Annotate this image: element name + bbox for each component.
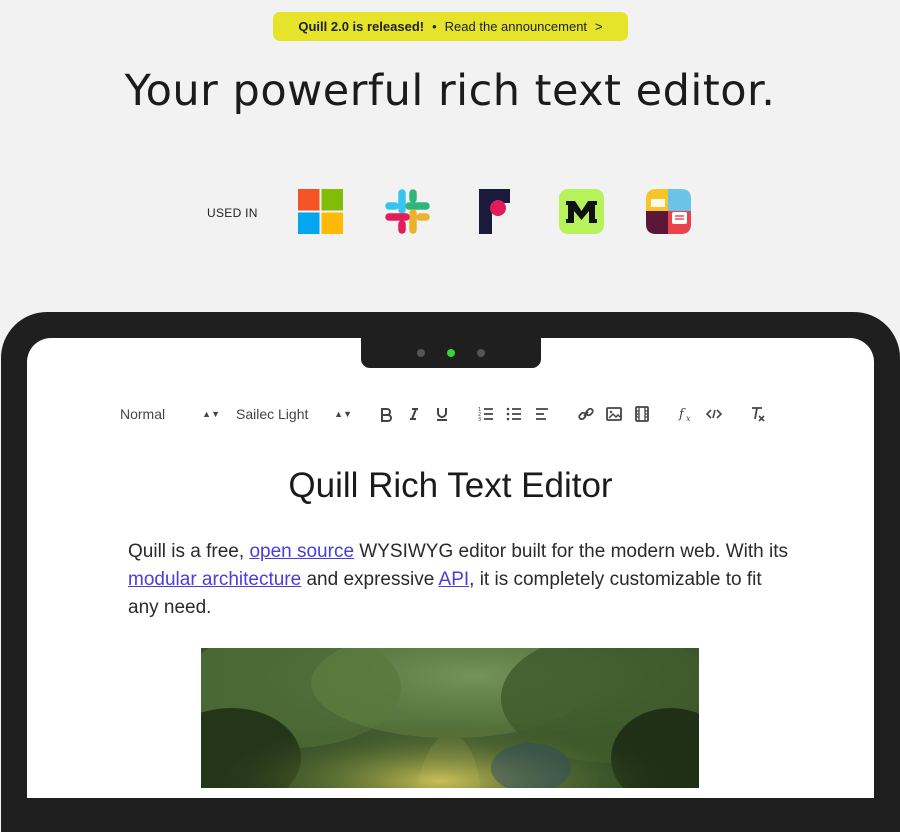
font-select[interactable]: Sailec Light ▲▼: [236, 406, 352, 422]
link-button[interactable]: [572, 402, 600, 426]
used-in-label: USED IN: [207, 206, 258, 220]
clean-button[interactable]: [744, 402, 772, 426]
miro-logo: [559, 189, 604, 234]
code-icon: [705, 409, 723, 419]
select-arrows-icon: ▲▼: [334, 408, 352, 419]
banner-bullet: •: [432, 19, 437, 34]
banner-link-text: Read the announcement: [444, 19, 588, 34]
carousel-indicator: [361, 338, 541, 368]
bold-icon: [381, 408, 392, 422]
paragraph-text: Quill is a free,: [128, 541, 250, 562]
header-select-value: Normal: [120, 406, 166, 422]
editor-paragraph[interactable]: Quill is a free, open source WYSIWYG edi…: [128, 538, 788, 622]
bullet-list-button[interactable]: [500, 402, 528, 426]
slack-logo: [385, 189, 430, 234]
link-icon: [578, 407, 594, 421]
italic-button[interactable]: [400, 402, 428, 426]
forest-image: [201, 648, 699, 788]
api-link[interactable]: API: [439, 569, 470, 590]
code-button[interactable]: [700, 402, 728, 426]
announcement-banner[interactable]: Quill 2.0 is released! • Read the announ…: [273, 12, 628, 41]
svg-text:f: f: [678, 407, 686, 422]
image-icon: [606, 407, 622, 421]
page-headline: Your powerful rich text editor.: [124, 66, 776, 116]
header-select[interactable]: Normal ▲▼: [120, 406, 220, 422]
carousel-dot[interactable]: [477, 349, 485, 357]
carousel-dot[interactable]: [417, 349, 425, 357]
formula-button[interactable]: fx: [672, 402, 700, 426]
salesforce-quip-logo: [646, 189, 691, 234]
italic-icon: [410, 408, 418, 420]
paragraph-text: WYSIWYG editor built for the modern web.…: [354, 541, 788, 562]
figma-logo: [479, 189, 510, 234]
clean-icon: [752, 407, 765, 422]
align-icon: [536, 408, 548, 420]
editor-toolbar: Normal ▲▼ Sailec Light ▲▼ 123 fx: [120, 402, 772, 426]
svg-text:x: x: [686, 414, 691, 423]
carousel-dot-active[interactable]: [447, 349, 455, 357]
microsoft-logo: [298, 189, 343, 234]
open-source-link[interactable]: open source: [249, 541, 354, 562]
svg-text:3: 3: [478, 417, 481, 423]
modular-architecture-link[interactable]: modular architecture: [128, 569, 301, 590]
ordered-list-icon: 123: [478, 407, 493, 423]
banner-strong-text: Quill 2.0 is released!: [298, 19, 425, 34]
banner-chevron: >: [595, 19, 603, 34]
bold-button[interactable]: [372, 402, 400, 426]
select-arrows-icon: ▲▼: [202, 408, 220, 419]
ordered-list-button[interactable]: 123: [472, 402, 500, 426]
underline-icon: [437, 408, 447, 421]
bullet-list-icon: [506, 407, 521, 421]
video-button[interactable]: [628, 402, 656, 426]
align-button[interactable]: [528, 402, 556, 426]
formula-icon: fx: [678, 407, 691, 423]
underline-button[interactable]: [428, 402, 456, 426]
video-icon: [635, 406, 649, 422]
paragraph-text: and expressive: [301, 569, 439, 590]
image-button[interactable]: [600, 402, 628, 426]
font-select-value: Sailec Light: [236, 406, 309, 422]
editor-heading: Quill Rich Text Editor: [288, 466, 613, 505]
